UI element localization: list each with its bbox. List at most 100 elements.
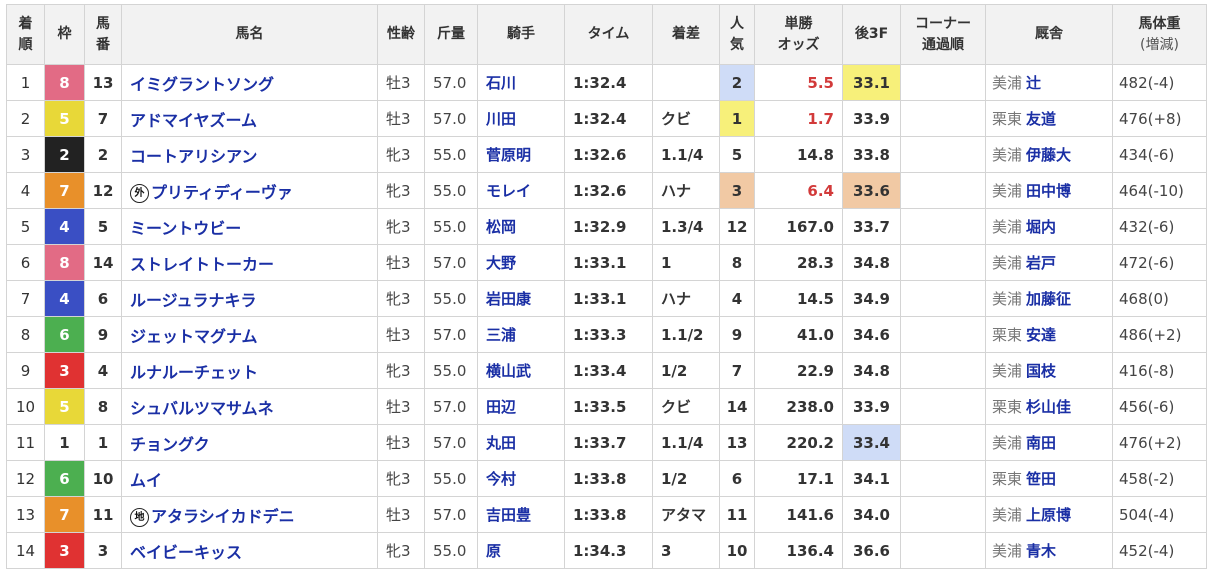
- jockey-link[interactable]: 横山武: [477, 352, 565, 389]
- trainer-link[interactable]: 上原博: [1026, 506, 1071, 524]
- table-row[interactable]: 1 8 13 イミグラントソング 牡3 57.0 石川 1:32.4 2 5.5 33.1 美浦辻 48…: [6, 64, 1207, 101]
- jockey-link[interactable]: 三浦: [477, 316, 565, 353]
- table-row[interactable]: 13 7 11 地アタラシイカドデニ 牡3 57.0 吉田豊 1:33.8 アタマ 11 141.6…: [6, 496, 1207, 533]
- horse-name[interactable]: ベイビーキッス: [130, 543, 242, 562]
- horse-name[interactable]: コートアリシアン: [130, 147, 257, 166]
- body-weight-cell: 476(+2): [1112, 424, 1207, 461]
- horse-name-link[interactable]: ミーントウビー: [121, 208, 378, 245]
- table-row[interactable]: 2 5 7 アドマイヤズーム 牡3 57.0 川田 1:32.4 クビ 1 1.7 33.9 栗東 友道 4…: [6, 100, 1207, 137]
- horse-name[interactable]: チョングク: [130, 435, 210, 454]
- table-row[interactable]: 7 4 6 ルージュラナキラ 牝3 55.0 岩田康 1:33.1 ハナ 4 14.5 34.9 美浦加…: [6, 280, 1207, 317]
- horse-name[interactable]: シュバルツマサムネ: [130, 399, 274, 418]
- trainer-link[interactable]: 安達: [1026, 326, 1056, 344]
- horse-name-link[interactable]: ムイ: [121, 460, 378, 497]
- horse-name[interactable]: ルージュラナキラ: [130, 291, 257, 310]
- jockey-link[interactable]: 丸田: [477, 424, 565, 461]
- table-row[interactable]: 3 2 2 コートアリシアン 牝3 55.0 菅原明 1:32.6 1.1/4 5 14.8 33.8…: [6, 136, 1207, 173]
- header-weight[interactable]: 斤量: [424, 4, 478, 65]
- header-jockey[interactable]: 騎手: [477, 4, 565, 65]
- jockey-link[interactable]: 石川: [477, 64, 565, 101]
- table-row[interactable]: 5 4 5 ミーントウビー 牝3 55.0 松岡 1:32.9 1.3/4 12 167.0 33.7…: [6, 208, 1207, 245]
- waku-badge: 3: [44, 352, 85, 389]
- horse-name-link[interactable]: アドマイヤズーム: [121, 100, 378, 137]
- horse-name[interactable]: アドマイヤズーム: [130, 111, 257, 130]
- table-row[interactable]: 9 3 4 ルナルーチェット 牝3 55.0 横山武 1:33.4 1/2 7 22.9 34.8 美浦…: [6, 352, 1207, 389]
- header-body-weight[interactable]: 馬体重 (増減): [1112, 4, 1207, 65]
- table-row[interactable]: 6 8 14 ストレイトトーカー 牡3 57.0 大野 1:33.1 1 8 28.3 34.8 美浦岩…: [6, 244, 1207, 281]
- jockey-link[interactable]: 川田: [477, 100, 565, 137]
- trainer-link[interactable]: 南田: [1026, 434, 1056, 452]
- stable-location: 美浦: [992, 434, 1023, 452]
- horse-name[interactable]: ムイ: [130, 471, 162, 490]
- horse-name-link[interactable]: コートアリシアン: [121, 136, 378, 173]
- trainer-link[interactable]: 加藤征: [1026, 290, 1071, 308]
- jockey-link[interactable]: 田辺: [477, 388, 565, 425]
- header-popularity[interactable]: 人気: [719, 4, 755, 65]
- trainer-link[interactable]: 田中博: [1026, 182, 1071, 200]
- sex-age-cell: 牡3: [377, 100, 425, 137]
- table-row[interactable]: 11 1 1 チョングク 牡3 57.0 丸田 1:33.7 1.1/4 13 220.2 33.4 美…: [6, 424, 1207, 461]
- horse-name[interactable]: アタラシイカドデニ: [151, 507, 295, 526]
- sex-age-cell: 牝3: [377, 208, 425, 245]
- carried-weight-cell: 57.0: [424, 100, 478, 137]
- jockey-link[interactable]: 今村: [477, 460, 565, 497]
- horse-name-link[interactable]: ストレイトトーカー: [121, 244, 378, 281]
- header-margin[interactable]: 着差: [652, 4, 720, 65]
- trainer-link[interactable]: 友道: [1026, 110, 1056, 128]
- trainer-link[interactable]: 伊藤大: [1026, 146, 1071, 164]
- header-sex-age[interactable]: 性齢: [377, 4, 425, 65]
- trainer-link[interactable]: 笹田: [1026, 470, 1056, 488]
- jockey-link[interactable]: 吉田豊: [477, 496, 565, 533]
- horse-name-link[interactable]: イミグラントソング: [121, 64, 378, 101]
- horse-name[interactable]: イミグラントソング: [130, 75, 274, 94]
- trainer-link[interactable]: 辻: [1026, 74, 1041, 92]
- horse-name-link[interactable]: ジェットマグナム: [121, 316, 378, 353]
- jockey-link[interactable]: モレイ: [477, 172, 565, 209]
- trainer-link[interactable]: 青木: [1026, 542, 1056, 560]
- table-row[interactable]: 8 6 9 ジェットマグナム 牡3 57.0 三浦 1:33.3 1.1/2 9 41.0 34.6 栗…: [6, 316, 1207, 353]
- header-stable[interactable]: 厩舎: [985, 4, 1113, 65]
- table-row[interactable]: 10 5 8 シュバルツマサムネ 牡3 57.0 田辺 1:33.5 クビ 14 238.0 33.9…: [6, 388, 1207, 425]
- header-waku[interactable]: 枠: [44, 4, 85, 65]
- horse-name[interactable]: ルナルーチェット: [130, 363, 258, 382]
- last3f-cell: 36.6: [842, 532, 901, 569]
- trainer-link[interactable]: 岩戸: [1026, 254, 1056, 272]
- header-odds[interactable]: 単勝 オッズ: [754, 4, 843, 65]
- horse-name-link[interactable]: 外プリティディーヴァ: [121, 172, 378, 209]
- horse-name-link[interactable]: チョングク: [121, 424, 378, 461]
- result-rows: 1 8 13 イミグラントソング 牡3 57.0 石川 1:32.4 2 5.5 33.1 美浦辻 48…: [6, 64, 1207, 569]
- trainer-link[interactable]: 堀内: [1026, 218, 1056, 236]
- horse-name[interactable]: プリティディーヴァ: [151, 183, 293, 202]
- carried-weight-cell: 57.0: [424, 496, 478, 533]
- last3f-cell: 34.0: [842, 496, 901, 533]
- header-rank[interactable]: 着順: [6, 4, 45, 65]
- horse-name-link[interactable]: 地アタラシイカドデニ: [121, 496, 378, 533]
- horse-name[interactable]: ミーントウビー: [130, 219, 241, 238]
- time-cell: 1:32.6: [564, 136, 653, 173]
- odds-cell: 5.5: [754, 64, 843, 101]
- horse-name-link[interactable]: ベイビーキッス: [121, 532, 378, 569]
- trainer-link[interactable]: 国枝: [1026, 362, 1056, 380]
- horse-name[interactable]: ジェットマグナム: [130, 327, 258, 346]
- carried-weight-cell: 55.0: [424, 532, 478, 569]
- header-last3f[interactable]: 後3F: [842, 4, 901, 65]
- jockey-link[interactable]: 松岡: [477, 208, 565, 245]
- body-weight-cell: 472(-6): [1112, 244, 1207, 281]
- jockey-link[interactable]: 原: [477, 532, 565, 569]
- jockey-link[interactable]: 大野: [477, 244, 565, 281]
- horse-name-link[interactable]: ルージュラナキラ: [121, 280, 378, 317]
- table-row[interactable]: 14 3 3 ベイビーキッス 牝3 55.0 原 1:34.3 3 10 136.4 36.6 美浦 青木…: [6, 532, 1207, 569]
- jockey-link[interactable]: 岩田康: [477, 280, 565, 317]
- table-row[interactable]: 4 7 12 外プリティディーヴァ 牝3 55.0 モレイ 1:32.6 ハナ 3 6.4 33.6 美…: [6, 172, 1207, 209]
- horse-name-link[interactable]: シュバルツマサムネ: [121, 388, 378, 425]
- header-time[interactable]: タイム: [564, 4, 653, 65]
- jockey-link[interactable]: 菅原明: [477, 136, 565, 173]
- horse-name[interactable]: ストレイトトーカー: [130, 255, 274, 274]
- header-horse[interactable]: 馬名: [121, 4, 378, 65]
- trainer-link[interactable]: 杉山佳: [1026, 398, 1071, 416]
- header-num[interactable]: 馬番: [84, 4, 122, 65]
- horse-name-link[interactable]: ルナルーチェット: [121, 352, 378, 389]
- header-corner[interactable]: コーナー 通過順: [900, 4, 986, 65]
- margin-cell: クビ: [652, 388, 720, 425]
- table-row[interactable]: 12 6 10 ムイ 牝3 55.0 今村 1:33.8 1/2 6 17.1 34.1 栗東 笹田 458…: [6, 460, 1207, 497]
